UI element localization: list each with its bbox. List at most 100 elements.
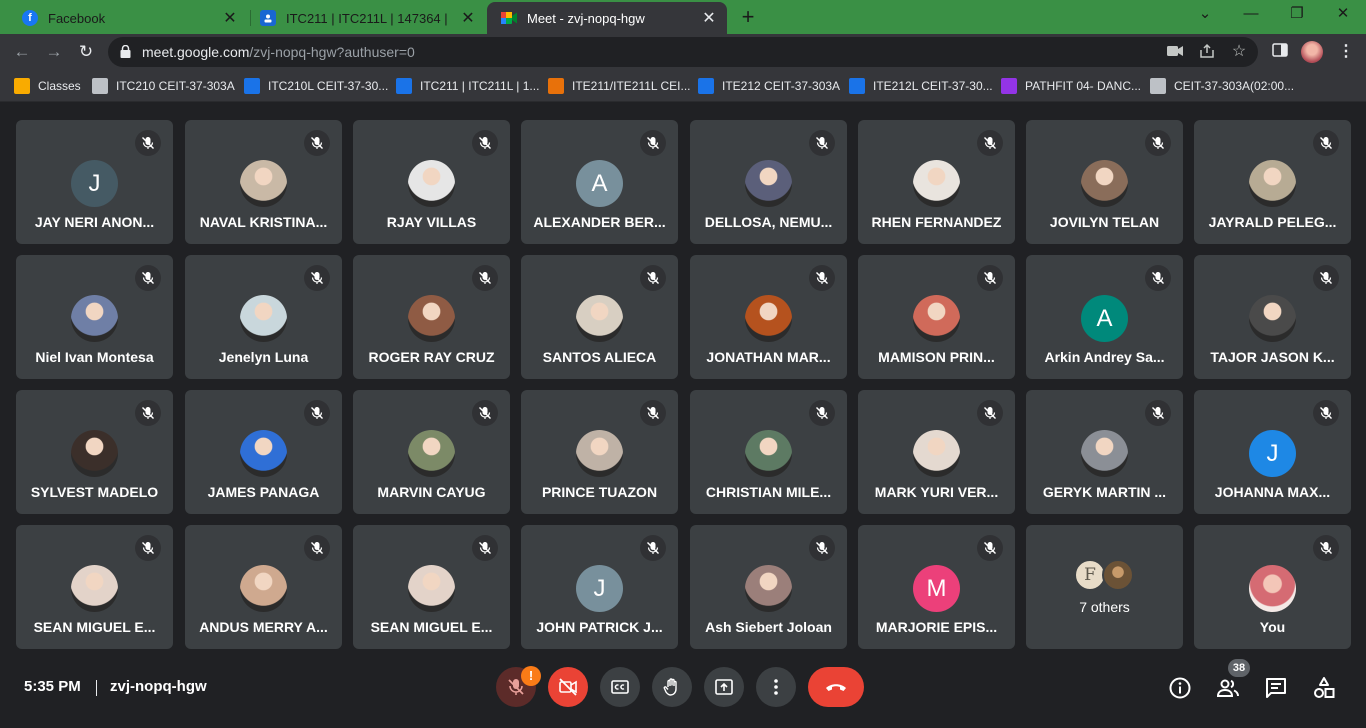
participant-avatar (913, 295, 960, 342)
participant-name: JOVILYN TELAN (1049, 214, 1160, 230)
side-panel-icon[interactable] (1270, 42, 1290, 62)
participant-tile[interactable]: DELLOSA, NEMU... (690, 120, 847, 244)
chat-button[interactable] (1264, 676, 1288, 700)
muted-mic-icon (809, 130, 835, 156)
close-tab-icon[interactable]: ✕ (701, 8, 717, 28)
participant-tile[interactable]: JAYRALD PELEG... (1194, 120, 1351, 244)
bookmark-ite212l[interactable]: ITE212L CEIT-37-30... (849, 77, 993, 95)
close-window-button[interactable]: ✕ (1320, 0, 1366, 30)
activities-button[interactable] (1312, 676, 1336, 700)
participant-tile[interactable]: Ash Siebert Joloan (690, 525, 847, 649)
participant-tile[interactable]: JAMES PANAGA (185, 390, 342, 514)
participant-tile[interactable]: JONATHAN MAR... (690, 255, 847, 379)
bookmark-ite211[interactable]: ITE211/ITE211L CEI... (548, 77, 691, 95)
people-button[interactable] (1216, 676, 1240, 700)
participant-tile[interactable]: MARVIN CAYUG (353, 390, 510, 514)
participant-tile[interactable]: PRINCE TUAZON (521, 390, 678, 514)
participant-tile[interactable]: CHRISTIAN MILE... (690, 390, 847, 514)
participant-name: NAVAL KRISTINA... (199, 214, 328, 230)
tab-meet[interactable]: Meet - zvj-nopq-hgw ✕ (487, 2, 727, 34)
participant-tile[interactable]: J JAY NERI ANON... (16, 120, 173, 244)
classroom-bookmark-icon (849, 78, 865, 94)
participant-tile[interactable]: SEAN MIGUEL E... (353, 525, 510, 649)
participant-tile[interactable]: SEAN MIGUEL E... (16, 525, 173, 649)
camera-toggle-button[interactable] (548, 667, 588, 707)
tab-title: Meet - zvj-nopq-hgw (527, 10, 645, 26)
muted-mic-icon (1313, 400, 1339, 426)
profile-avatar[interactable] (1301, 41, 1323, 63)
bookmark-itc210l[interactable]: ITC210L CEIT-37-30... (244, 77, 388, 95)
participant-tile[interactable]: RHEN FERNANDEZ (858, 120, 1015, 244)
tab-facebook[interactable]: f Facebook ✕ (8, 2, 248, 34)
bookmark-itc210[interactable]: ITC210 CEIT-37-303A (92, 77, 235, 95)
participant-tile[interactable]: GERYK MARTIN ... (1026, 390, 1183, 514)
muted-mic-icon (977, 535, 1003, 561)
more-options-button[interactable] (756, 667, 796, 707)
participant-count-badge: 38 (1228, 659, 1250, 677)
muted-mic-icon (472, 265, 498, 291)
participant-avatar (576, 430, 623, 477)
close-tab-icon[interactable]: ✕ (222, 8, 238, 28)
tab-search-icon[interactable]: ⌄ (1182, 0, 1228, 30)
muted-mic-icon (472, 535, 498, 561)
classroom-icon (260, 10, 276, 26)
leave-call-button[interactable] (808, 667, 864, 707)
participant-tile[interactable]: A Arkin Andrey Sa... (1026, 255, 1183, 379)
muted-mic-icon (304, 535, 330, 561)
participant-tile[interactable]: NAVAL KRISTINA... (185, 120, 342, 244)
bookmark-ite212[interactable]: ITE212 CEIT-37-303A (698, 77, 840, 95)
participant-tile[interactable]: MARK YURI VER... (858, 390, 1015, 514)
address-bar[interactable]: meet.google.com/zvj-nopq-hgw?authuser=0 … (108, 37, 1258, 67)
forward-button[interactable]: → (40, 38, 68, 66)
close-tab-icon[interactable]: ✕ (460, 8, 476, 28)
muted-mic-icon (977, 130, 1003, 156)
participant-name: MARJORIE EPIS... (875, 619, 998, 635)
participant-tile[interactable]: SYLVEST MADELO (16, 390, 173, 514)
minimize-button[interactable]: ― (1228, 0, 1274, 30)
reload-button[interactable]: ↻ (72, 38, 100, 66)
muted-mic-icon (809, 535, 835, 561)
raise-hand-button[interactable] (652, 667, 692, 707)
share-icon[interactable] (1198, 43, 1216, 61)
tab-classroom[interactable]: ITC211 | ITC211L | 147364 | 147364 ✕ (246, 2, 486, 34)
participant-tile[interactable]: A ALEXANDER BER... (521, 120, 678, 244)
participant-tile[interactable]: TAJOR JASON K... (1194, 255, 1351, 379)
participant-tile[interactable]: MAMISON PRIN... (858, 255, 1015, 379)
url-path: /zvj-nopq-hgw?authuser=0 (249, 44, 415, 60)
participant-tile[interactable]: J JOHN PATRICK J... (521, 525, 678, 649)
self-tile[interactable]: You (1194, 525, 1351, 649)
bookmark-star-icon[interactable]: ☆ (1230, 43, 1248, 61)
closed-captions-icon (611, 680, 629, 694)
classroom-bookmark-icon (14, 78, 30, 94)
back-button[interactable]: ← (8, 38, 36, 66)
bookmark-classes[interactable]: Classes (14, 77, 81, 95)
muted-mic-icon (304, 265, 330, 291)
participant-name: Ash Siebert Joloan (705, 619, 832, 635)
browser-toolbar: ← → ↻ meet.google.com/zvj-nopq-hgw?authu… (0, 34, 1366, 70)
participant-tile[interactable]: ROGER RAY CRUZ (353, 255, 510, 379)
bookmark-itc211[interactable]: ITC211 | ITC211L | 1... (396, 77, 539, 95)
muted-mic-icon (135, 265, 161, 291)
meeting-details-button[interactable] (1168, 676, 1192, 700)
camera-in-use-icon[interactable] (1166, 43, 1184, 61)
participant-tile[interactable]: RJAY VILLAS (353, 120, 510, 244)
browser-menu-icon[interactable]: ⋮ (1336, 42, 1356, 62)
participant-tile[interactable]: JOVILYN TELAN (1026, 120, 1183, 244)
participant-tile[interactable]: ANDUS MERRY A... (185, 525, 342, 649)
participant-tile[interactable]: M MARJORIE EPIS... (858, 525, 1015, 649)
muted-mic-icon (135, 130, 161, 156)
participant-tile[interactable]: SANTOS ALIECA (521, 255, 678, 379)
others-tile[interactable]: F7 others (1026, 525, 1183, 649)
new-tab-button[interactable]: + (737, 4, 759, 30)
restore-button[interactable]: ❐ (1274, 0, 1320, 30)
bookmark-ceit[interactable]: CEIT-37-303A(02:00... (1150, 77, 1294, 95)
participant-tile[interactable]: Jenelyn Luna (185, 255, 342, 379)
participant-name: RJAY VILLAS (386, 214, 477, 230)
participant-tile[interactable]: Niel Ivan Montesa (16, 255, 173, 379)
present-screen-button[interactable] (704, 667, 744, 707)
participant-tile[interactable]: J JOHANNA MAX... (1194, 390, 1351, 514)
captions-button[interactable] (600, 667, 640, 707)
participant-avatar (240, 295, 287, 342)
bookmark-pathfit[interactable]: PATHFIT 04- DANC... (1001, 77, 1141, 95)
mic-warning-badge[interactable]: ! (521, 666, 541, 686)
